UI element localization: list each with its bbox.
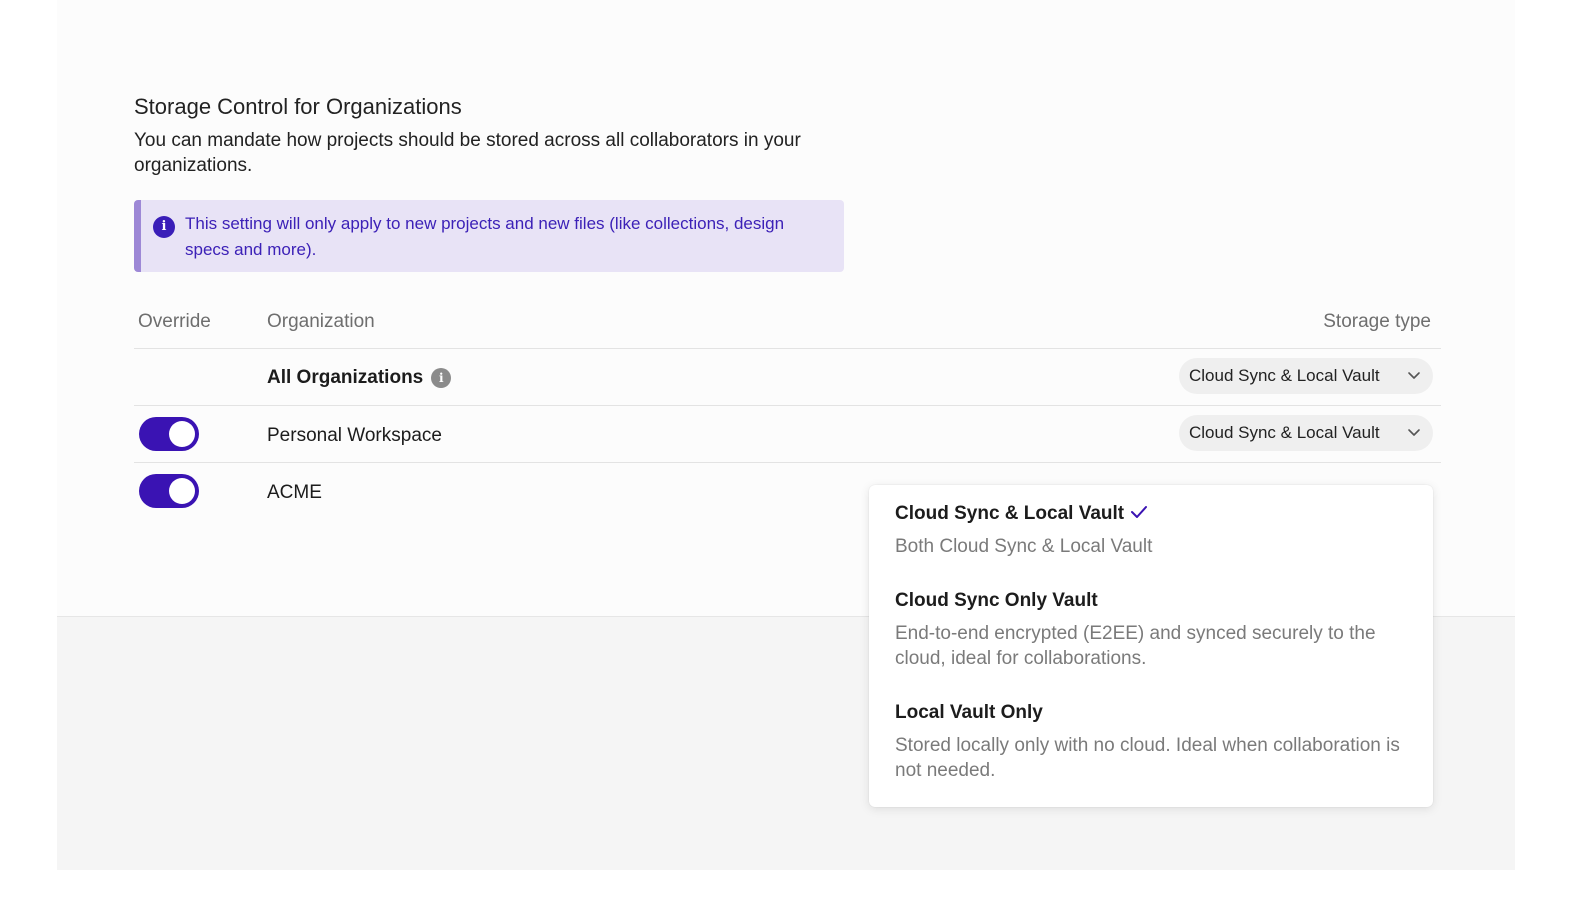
- org-all-organizations: All Organizations i: [267, 367, 452, 389]
- override-toggle-acme[interactable]: [139, 474, 199, 508]
- notice-text: This setting will only apply to new proj…: [185, 214, 785, 259]
- org-name: All Organizations: [267, 367, 424, 388]
- option-description: Both Cloud Sync & Local Vault: [895, 536, 1153, 557]
- section-description: You can mandate how projects should be s…: [134, 130, 801, 176]
- toggle-knob: [169, 421, 195, 447]
- option-cloud-sync-local-vault[interactable]: Cloud Sync & Local Vault Both Cloud Sync…: [895, 503, 1415, 559]
- divider: [134, 405, 1441, 406]
- option-cloud-sync-only-vault[interactable]: Cloud Sync Only Vault End-to-end encrypt…: [895, 590, 1415, 671]
- option-description: Stored locally only with no cloud. Ideal…: [895, 735, 1400, 781]
- divider: [134, 462, 1441, 463]
- divider: [134, 348, 1441, 349]
- storage-select-personal-workspace[interactable]: Cloud Sync & Local Vault: [1179, 415, 1433, 451]
- info-icon[interactable]: i: [431, 368, 452, 388]
- header-organization: Organization: [267, 311, 375, 332]
- chevron-down-icon: [1408, 429, 1420, 436]
- option-title: Cloud Sync Only Vault: [895, 590, 1098, 611]
- option-local-vault-only[interactable]: Local Vault Only Stored locally only wit…: [895, 702, 1415, 783]
- header-storage-type: Storage type: [1323, 311, 1431, 332]
- chevron-down-icon: [1408, 372, 1420, 379]
- section-title: Storage Control for Organizations: [134, 94, 462, 119]
- storage-select-value: Cloud Sync & Local Vault: [1189, 423, 1380, 442]
- org-acme: ACME: [267, 482, 322, 503]
- settings-panel: Storage Control for Organizations You ca…: [57, 0, 1515, 870]
- storage-select-all-organizations[interactable]: Cloud Sync & Local Vault: [1179, 358, 1433, 394]
- storage-type-dropdown: Cloud Sync & Local Vault Both Cloud Sync…: [869, 485, 1433, 807]
- info-notice: i This setting will only apply to new pr…: [134, 200, 844, 272]
- toggle-knob: [169, 478, 195, 504]
- option-title: Local Vault Only: [895, 702, 1043, 723]
- checkmark-icon: [1131, 506, 1148, 518]
- option-description: End-to-end encrypted (E2EE) and synced s…: [895, 623, 1376, 669]
- override-toggle-personal-workspace[interactable]: [139, 417, 199, 451]
- info-icon: i: [153, 216, 175, 238]
- org-personal-workspace: Personal Workspace: [267, 425, 442, 446]
- option-title: Cloud Sync & Local Vault: [895, 503, 1125, 524]
- storage-select-value: Cloud Sync & Local Vault: [1189, 366, 1380, 385]
- header-override: Override: [138, 311, 211, 332]
